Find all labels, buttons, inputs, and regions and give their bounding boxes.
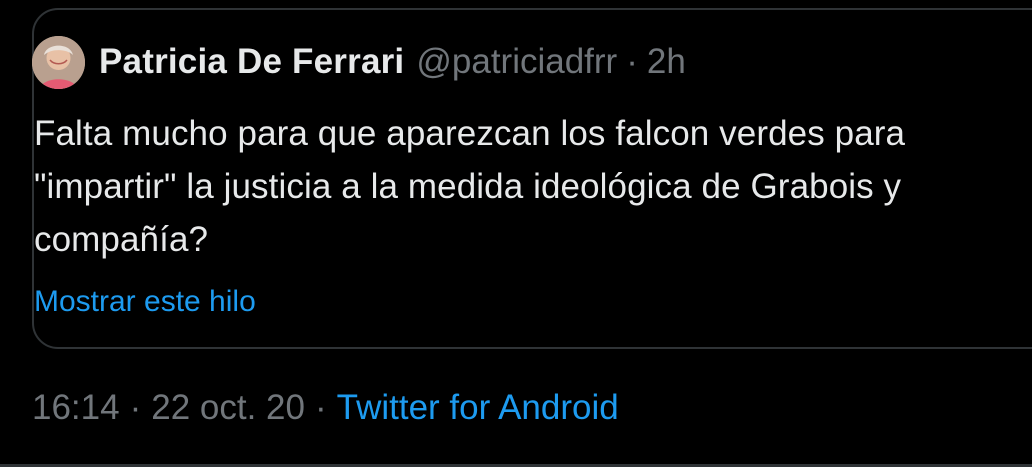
avatar[interactable] (32, 35, 85, 89)
tweet-time: 16:14 (32, 388, 120, 427)
time-ago[interactable]: 2h (647, 42, 686, 82)
tweet-source-link[interactable]: Twitter for Android (337, 388, 619, 428)
quoted-tweet-header: Patricia De Ferrari @patriciadfrr · 2h (32, 32, 686, 92)
header-separator: · (626, 42, 638, 81)
metadata-separator: · (129, 388, 142, 427)
quoted-tweet-text: Falta mucho para que aparezcan los falco… (34, 114, 906, 259)
show-thread-link[interactable]: Mostrar este hilo (34, 280, 256, 324)
author-handle[interactable]: @patriciadfrr (416, 42, 617, 82)
metadata-separator-2: · (314, 388, 327, 427)
profile-photo-icon (32, 35, 85, 89)
tweet-metadata: 16:14 · 22 oct. 20 · Twitter for Android (32, 383, 619, 433)
tweet-date: 22 oct. 20 (151, 388, 305, 427)
author-name[interactable]: Patricia De Ferrari (99, 42, 404, 82)
